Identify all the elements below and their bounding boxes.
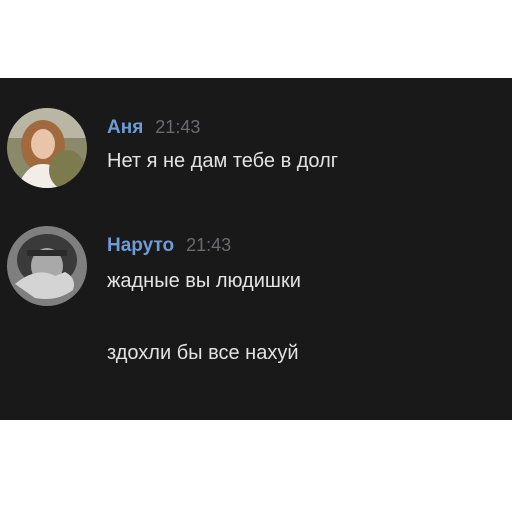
message-time: 21:43 xyxy=(155,117,201,137)
author-name[interactable]: Аня xyxy=(107,117,143,138)
author-name[interactable]: Наруто xyxy=(107,235,174,256)
message-time: 21:43 xyxy=(186,235,232,255)
message-header: Аня 21:43 xyxy=(107,116,200,138)
user-photo-icon[interactable] xyxy=(7,108,87,188)
message-text: Нет я не дам тебе в долг xyxy=(107,150,339,172)
message-header: Наруто 21:43 xyxy=(107,234,231,256)
message-text: жадные вы людишки xyxy=(107,270,301,292)
user-photo-icon[interactable] xyxy=(7,226,87,306)
message-text: здохли бы все нахуй xyxy=(107,342,299,364)
chat-panel: Аня 21:43 Нет я не дам тебе в долг Наруто… xyxy=(0,78,512,420)
